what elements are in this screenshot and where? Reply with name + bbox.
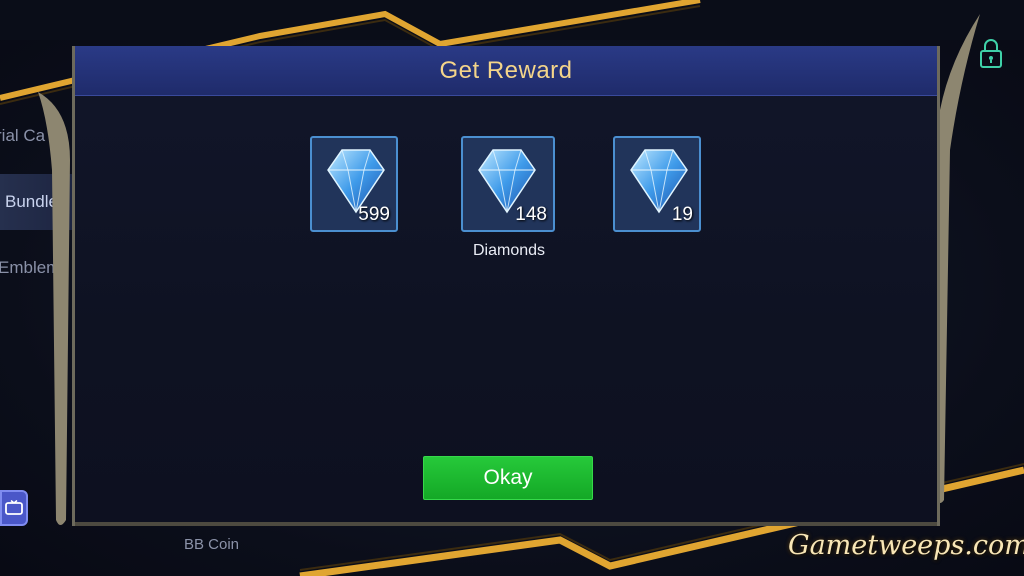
reward-name-label: Diamonds (472, 242, 546, 259)
reward-quantity: 148 (515, 204, 547, 225)
reward-quantity: 599 (358, 204, 390, 225)
reward-list: 599 148 19 Diamonds (75, 46, 937, 526)
lock-icon[interactable] (976, 37, 1006, 69)
reward-item[interactable]: 599 (310, 136, 398, 232)
reward-item[interactable]: 19 (613, 136, 701, 232)
reward-dialog: Get Reward 599 148 19 Diamonds Okay (72, 46, 940, 526)
okay-button[interactable]: Okay (423, 456, 593, 500)
watermark-text: Gametweeps.com (788, 530, 1024, 561)
reward-quantity: 19 (671, 204, 693, 225)
reward-item[interactable]: 148 (461, 136, 555, 232)
dialog-bottom-edge (75, 522, 937, 526)
